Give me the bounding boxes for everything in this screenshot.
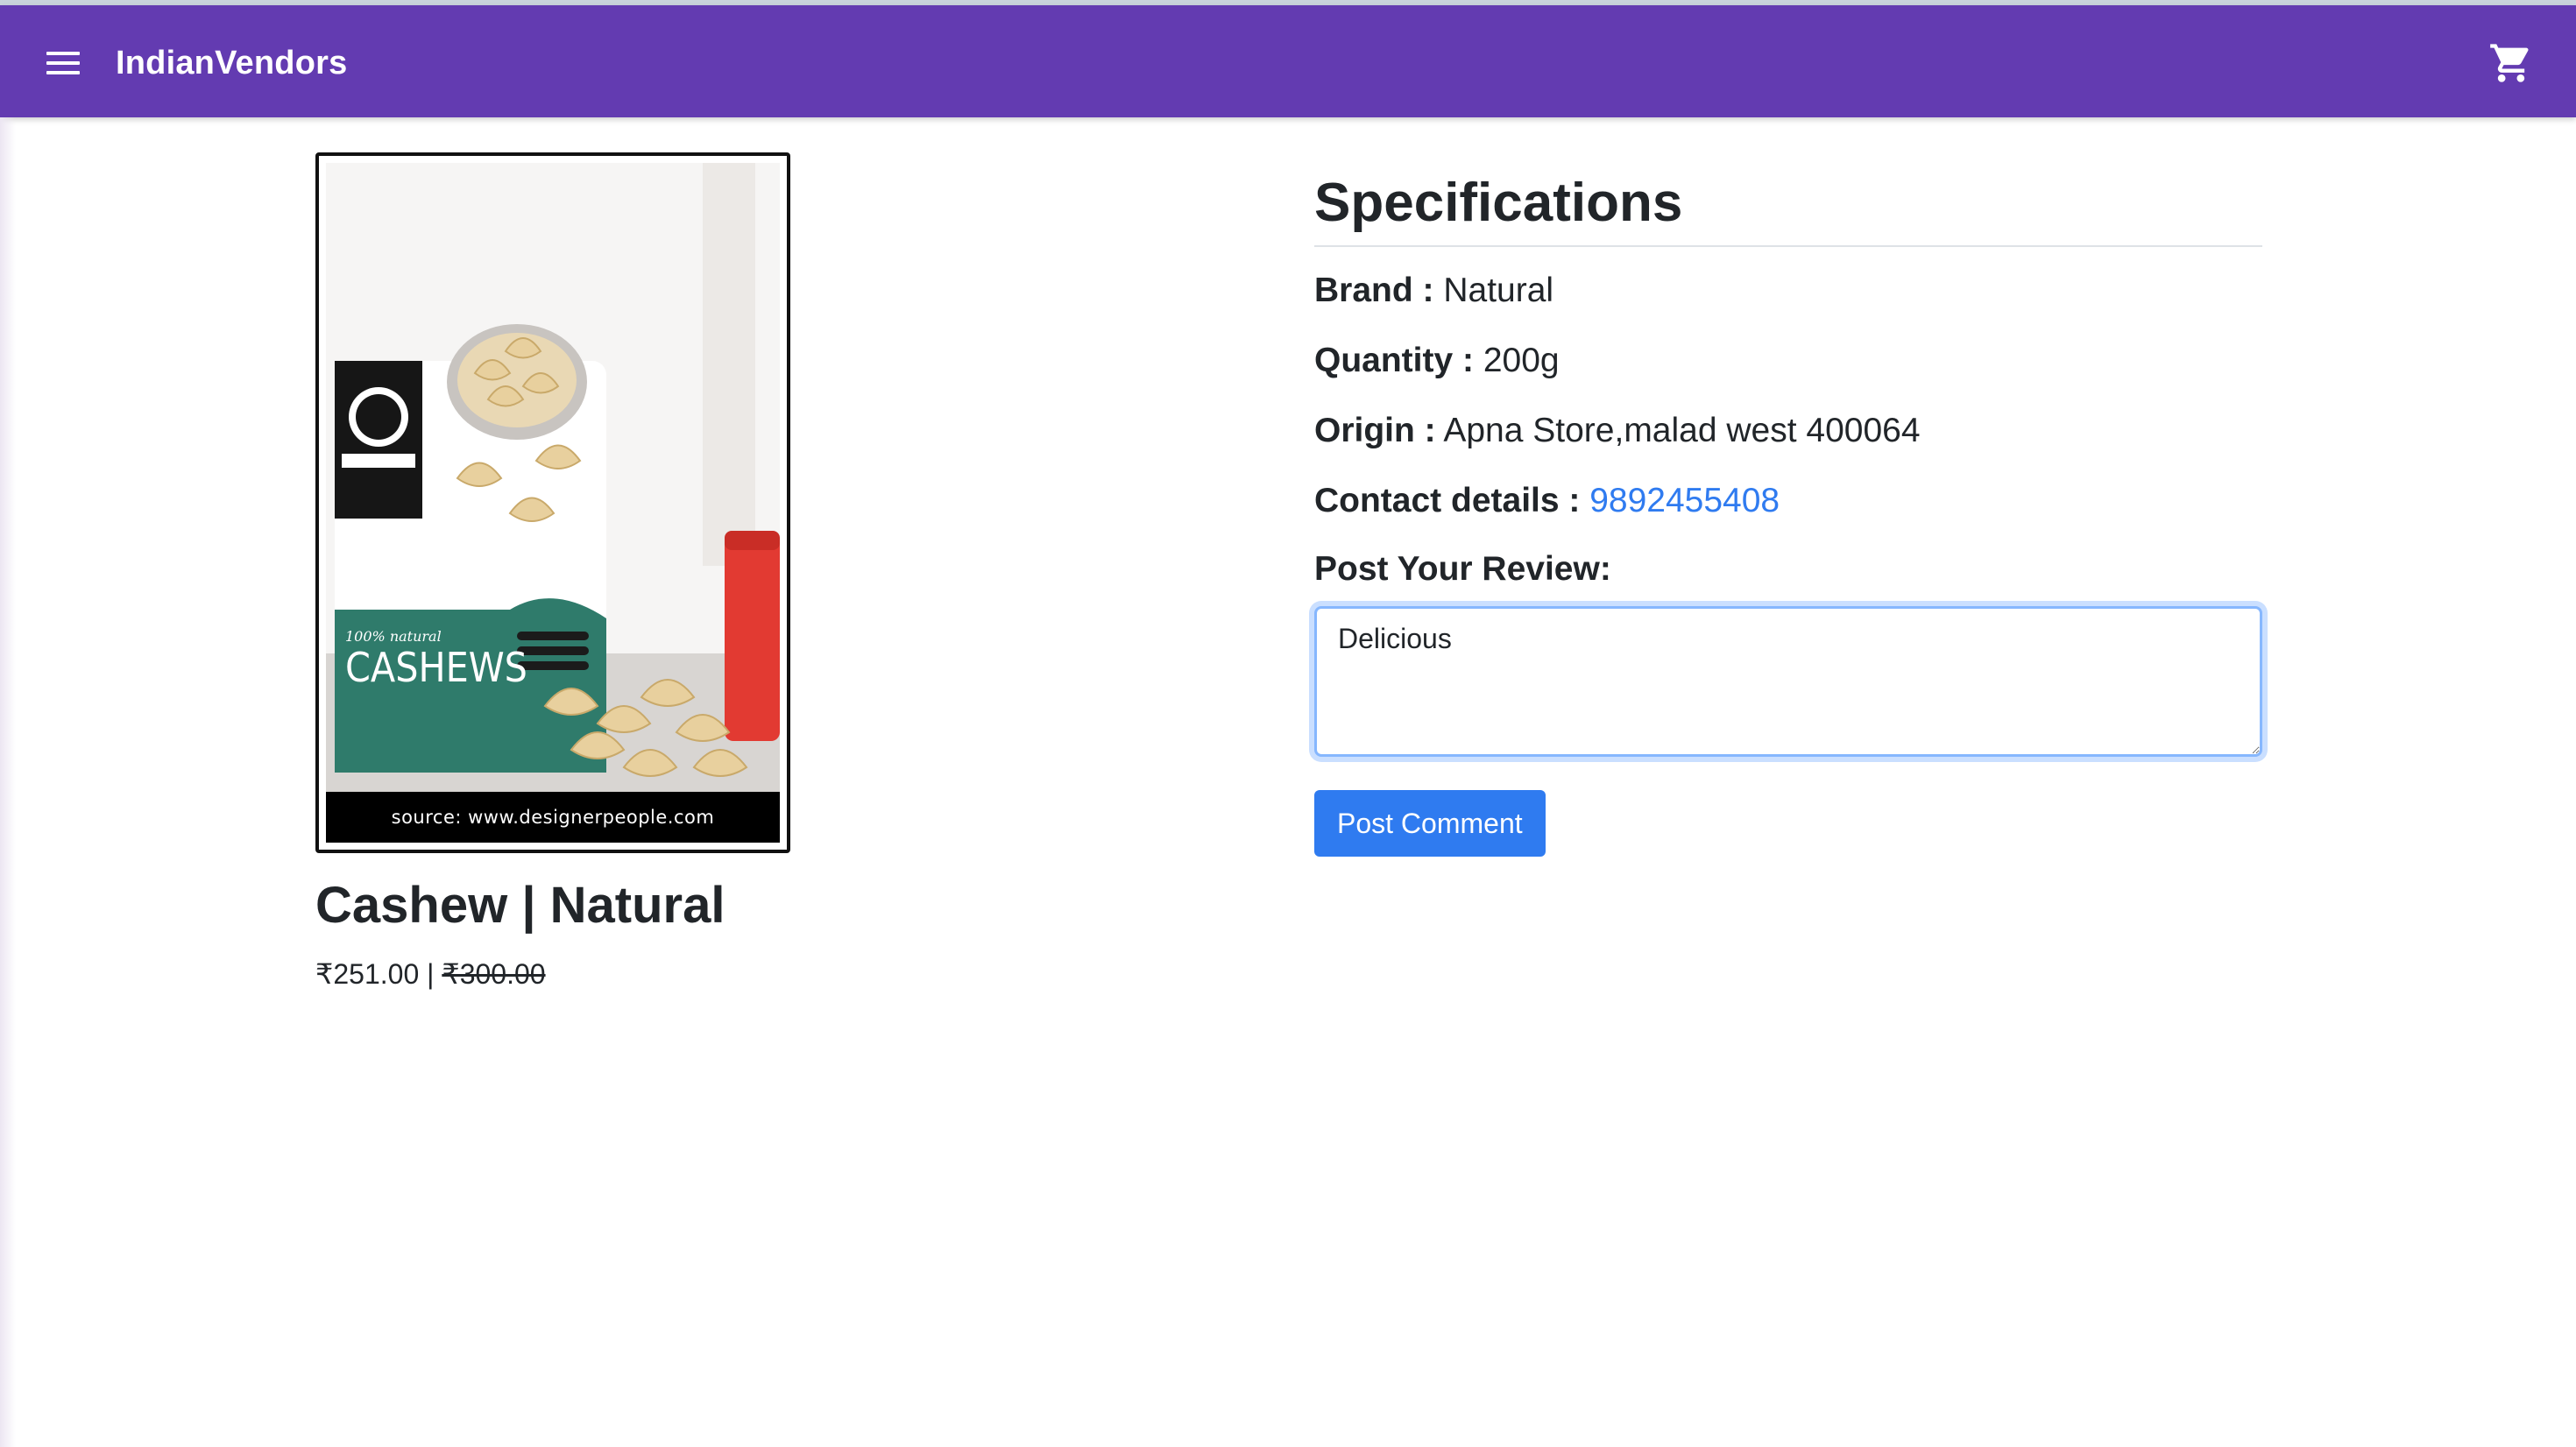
- app-title[interactable]: IndianVendors: [116, 40, 347, 86]
- app-bar: IndianVendors: [0, 5, 2576, 117]
- review-textarea[interactable]: Delicious: [1314, 606, 2262, 757]
- product-image[interactable]: 100% natural CASHEWS source: www.designe…: [326, 163, 780, 843]
- original-price: ₹300.00: [442, 958, 546, 990]
- sidebar-edge-shadow: [0, 117, 16, 1447]
- package-text: CASHEWS: [345, 644, 527, 691]
- spec-label: Quantity :: [1314, 342, 1474, 379]
- product-image-frame: 100% natural CASHEWS source: www.designe…: [315, 152, 790, 853]
- spec-value: Apna Store,malad west 400064: [1443, 412, 1921, 449]
- divider: [1314, 245, 2262, 247]
- shopping-cart-icon[interactable]: [2488, 40, 2534, 86]
- spec-label: Origin :: [1314, 412, 1436, 449]
- image-caption: source: www.designerpeople.com: [326, 792, 780, 843]
- contact-phone-link[interactable]: 9892455408: [1589, 482, 1780, 519]
- price-line: ₹251.00 | ₹300.00: [315, 953, 546, 995]
- spec-quantity: Quantity : 200g: [1314, 336, 2262, 385]
- spec-label: Brand :: [1314, 272, 1434, 309]
- menu-icon[interactable]: [39, 39, 88, 88]
- current-price: ₹251.00: [315, 958, 420, 990]
- price-separator: |: [419, 958, 442, 990]
- spec-origin: Origin : Apna Store,malad west 400064: [1314, 406, 2262, 455]
- specifications-panel: Specifications Brand : Natural Quantity …: [1314, 166, 2262, 857]
- product-title: Cashew | Natural: [315, 877, 725, 934]
- spec-value: Natural: [1443, 272, 1554, 309]
- spec-brand: Brand : Natural: [1314, 266, 2262, 315]
- post-comment-button[interactable]: Post Comment: [1314, 790, 1546, 857]
- review-label: Post Your Review:: [1314, 550, 1611, 588]
- spec-label: Contact details :: [1314, 482, 1581, 519]
- spec-value: 200g: [1483, 342, 1560, 379]
- spec-contact: Contact details : 9892455408: [1314, 476, 2262, 526]
- package-subtext: 100% natural: [345, 628, 442, 645]
- specifications-heading: Specifications: [1314, 173, 1683, 233]
